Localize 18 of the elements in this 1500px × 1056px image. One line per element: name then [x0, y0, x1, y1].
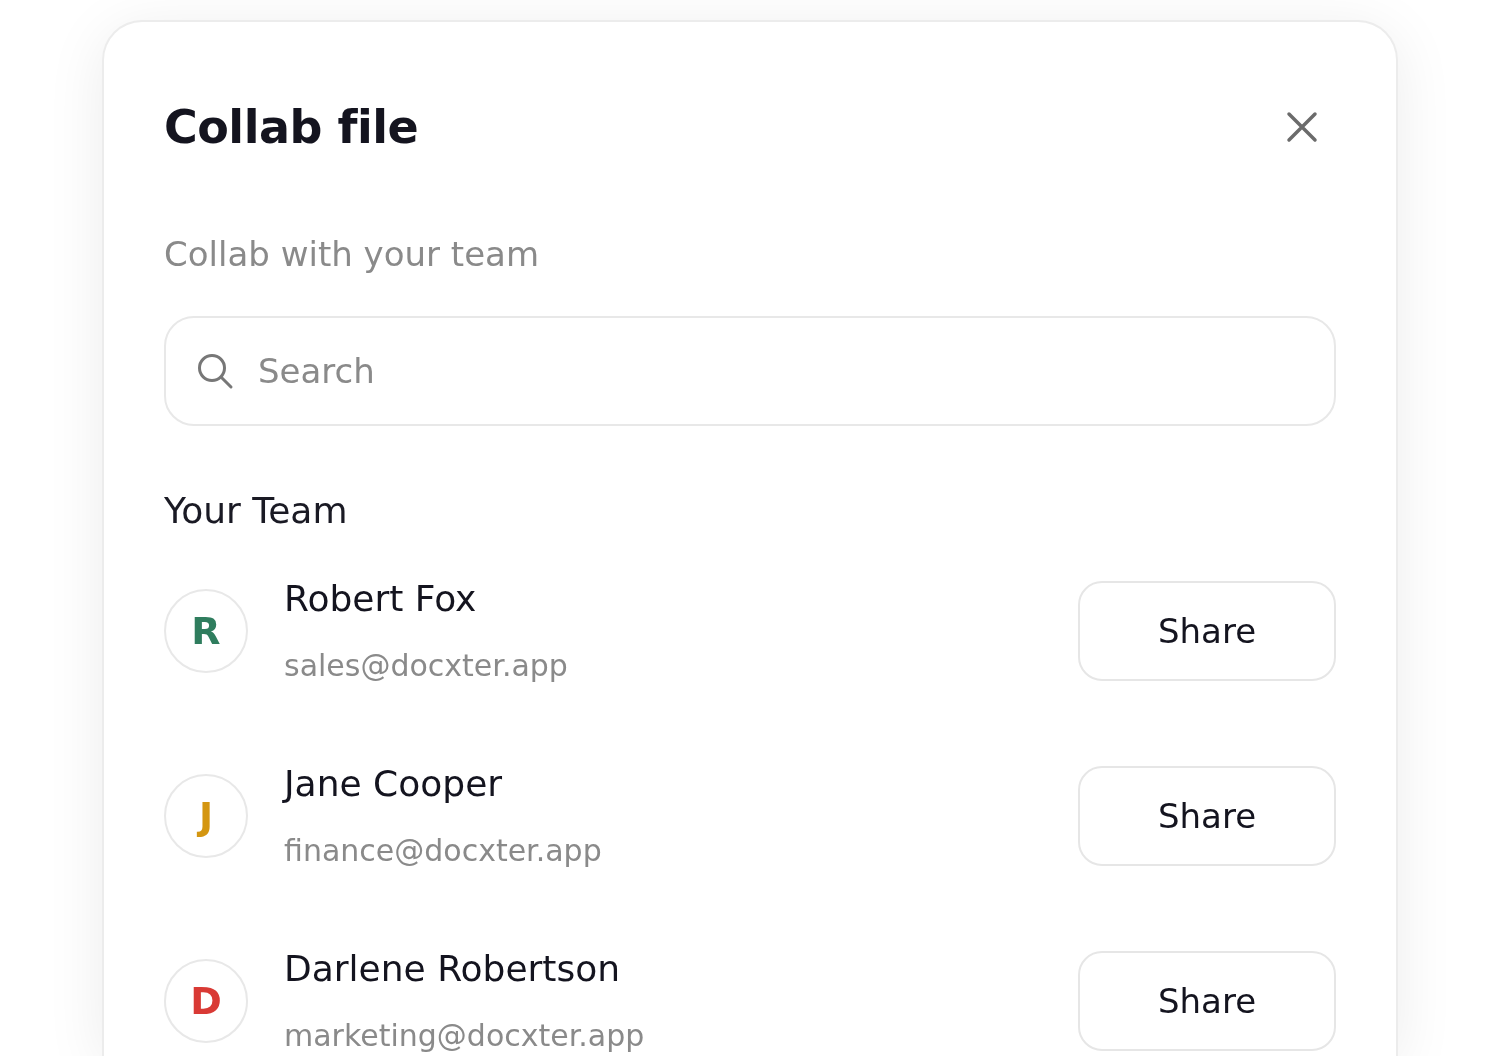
avatar: D: [164, 959, 248, 1043]
member-email: finance@docxter.app: [284, 832, 603, 870]
member-name: Jane Cooper: [284, 762, 504, 806]
avatar: R: [164, 589, 248, 673]
avatar: J: [164, 774, 248, 858]
share-button[interactable]: Share: [1078, 766, 1336, 866]
member-email: sales@docxter.app: [284, 647, 569, 685]
share-button[interactable]: Share: [1078, 951, 1336, 1051]
dialog-subtitle: Collab with your team: [164, 234, 541, 274]
search-icon: [196, 352, 234, 390]
member-name: Robert Fox: [284, 577, 478, 621]
close-icon: [1286, 111, 1318, 143]
search-field[interactable]: Search: [164, 316, 1336, 426]
dialog-title: Collab file: [164, 100, 419, 154]
share-button[interactable]: Share: [1078, 581, 1336, 681]
member-email: marketing@docxter.app: [284, 1017, 646, 1055]
section-title: Your Team: [164, 490, 349, 531]
member-name: Darlene Robertson: [284, 947, 622, 991]
